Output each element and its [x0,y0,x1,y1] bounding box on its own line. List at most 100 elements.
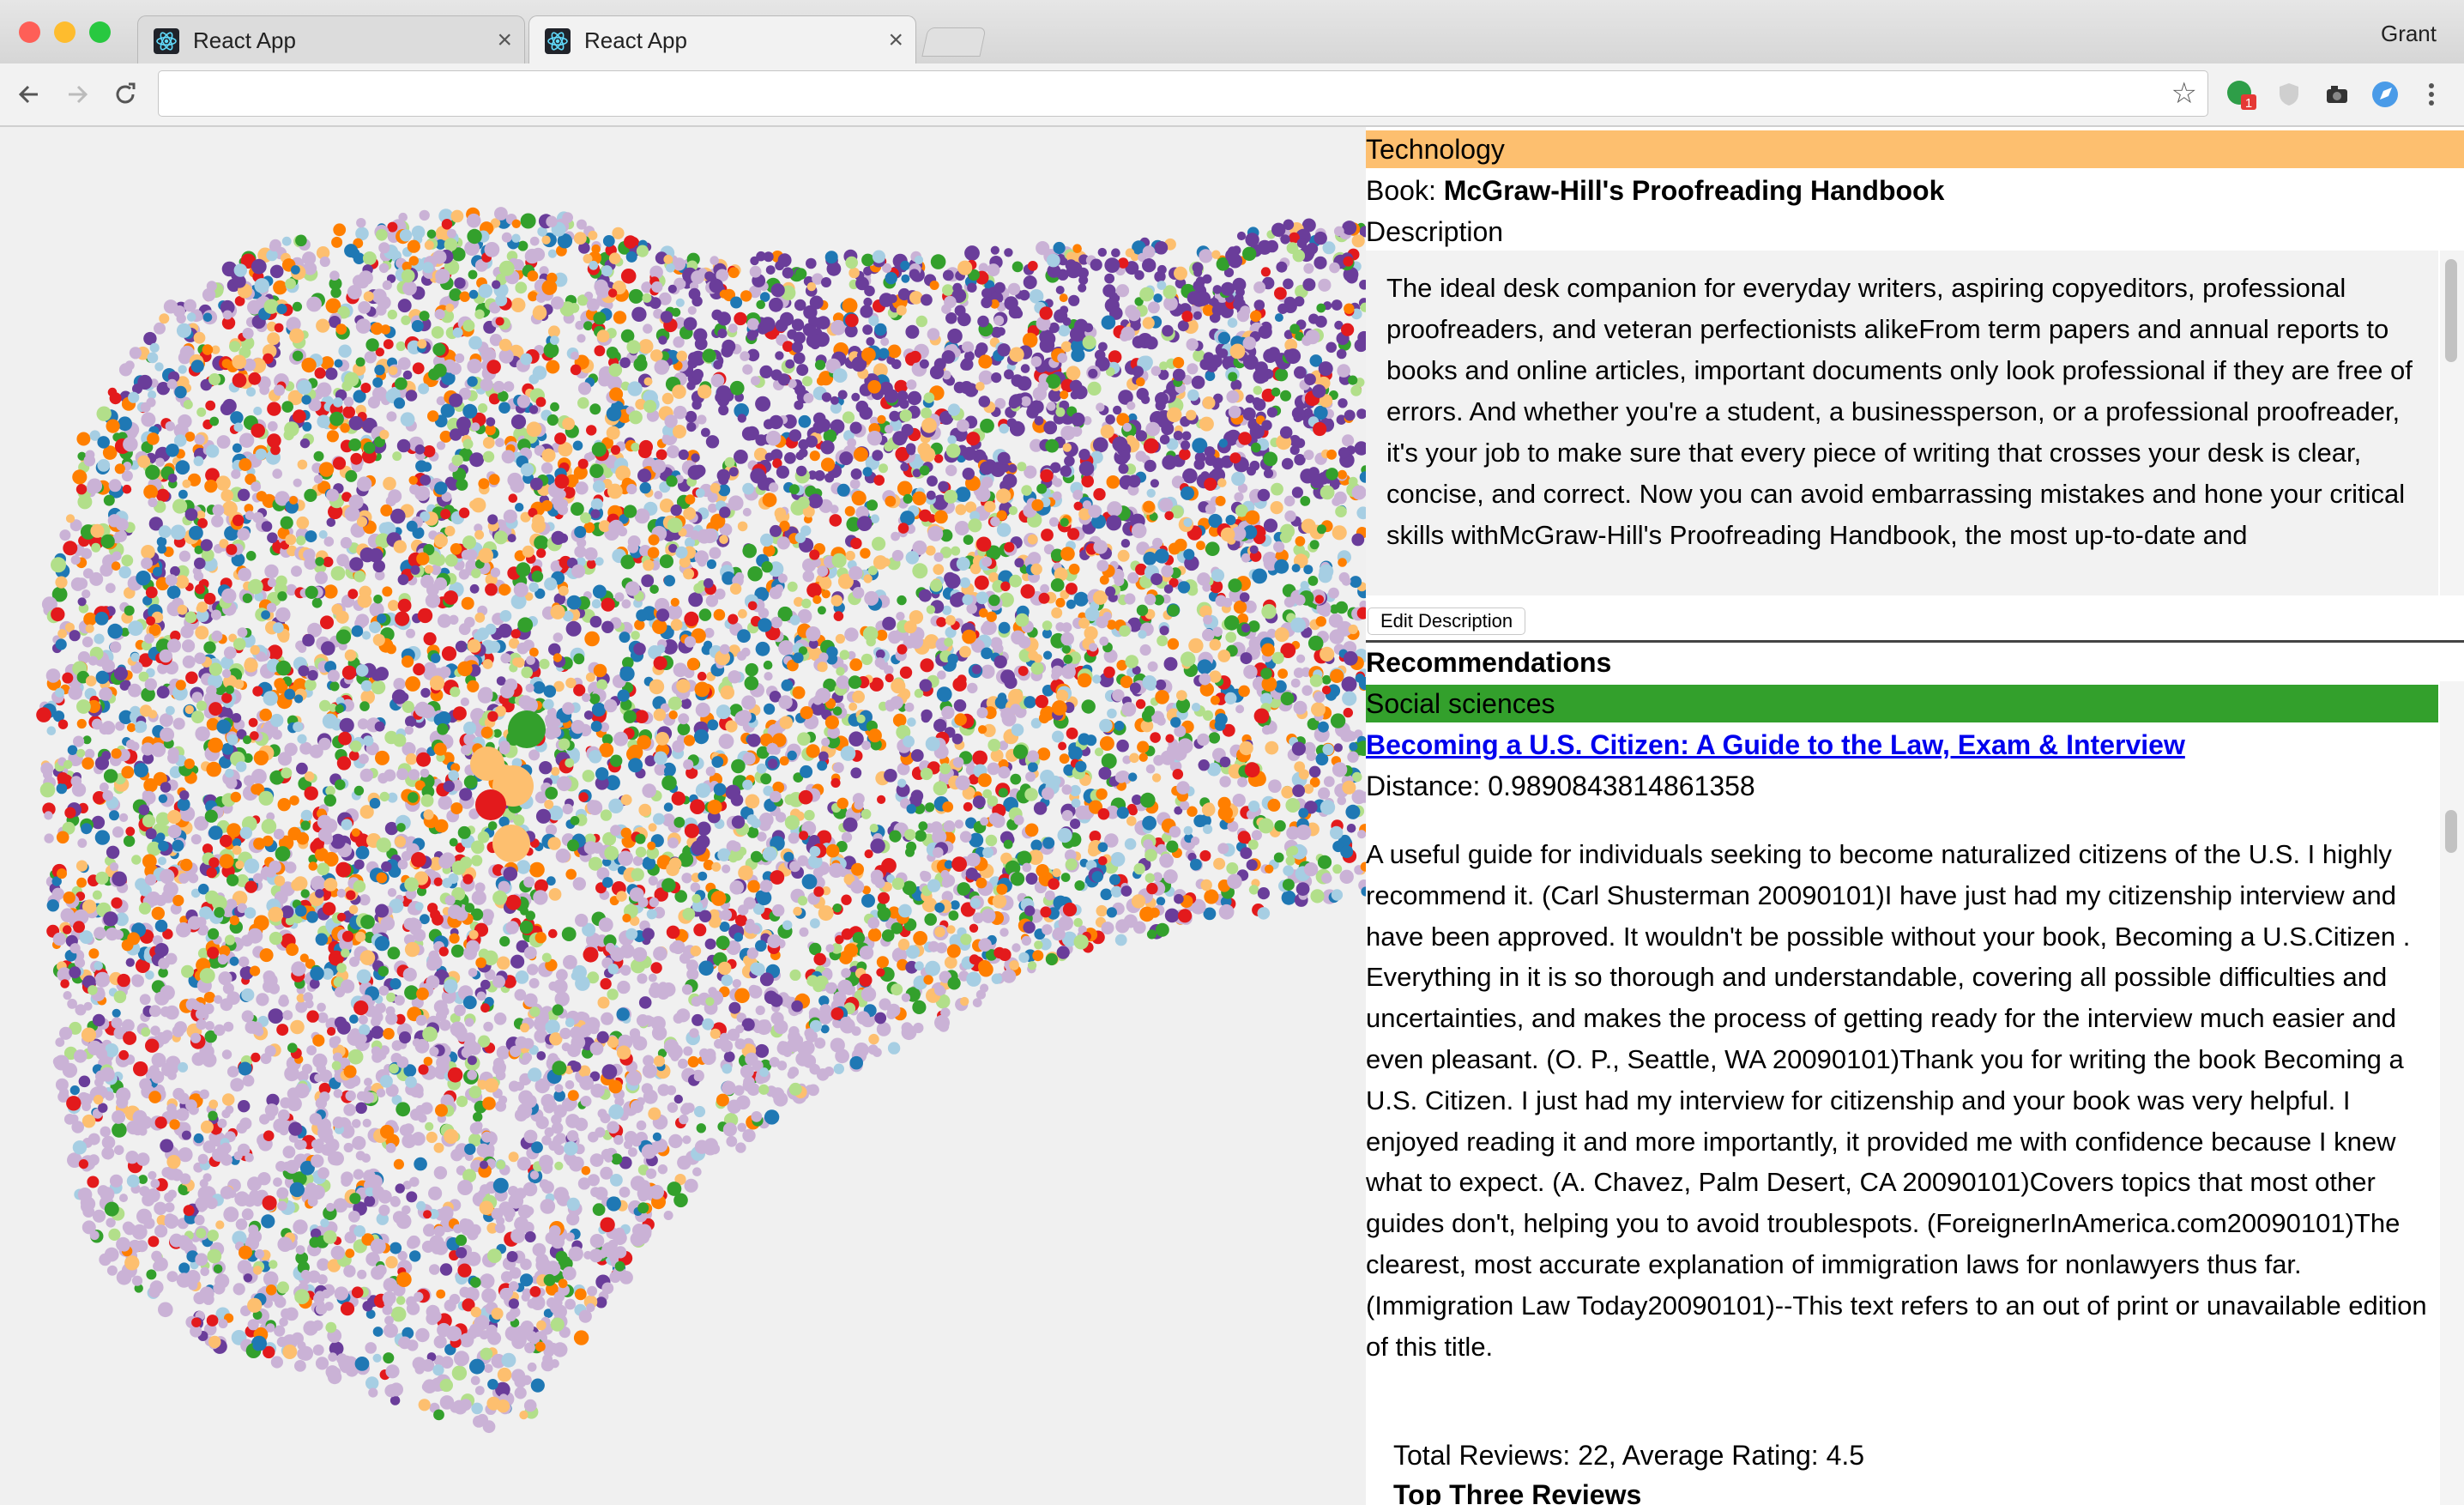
scatter-point[interactable] [653,813,665,825]
scatter-point[interactable] [311,597,323,608]
scatter-point[interactable] [380,324,391,335]
scatter-point[interactable] [178,489,188,499]
scatter-point[interactable] [1162,324,1174,337]
scatter-point[interactable] [361,631,371,640]
scatter-point[interactable] [680,698,691,710]
scatter-point[interactable] [571,720,585,734]
scatter-point[interactable] [1247,839,1259,850]
scatter-point[interactable] [1042,837,1055,849]
scatter-point[interactable] [508,1151,519,1163]
scatter-point[interactable] [119,680,130,691]
scatter-point[interactable] [649,679,665,695]
scatter-point[interactable] [142,1193,155,1206]
scatter-point[interactable] [1191,703,1201,712]
scatter-point[interactable] [365,1342,377,1354]
scatter-point[interactable] [1020,583,1036,599]
scatter-point[interactable] [764,703,776,715]
scatter-point[interactable] [711,861,722,872]
scatter-point[interactable] [1068,746,1083,761]
scatter-point[interactable] [967,682,978,694]
scatter-point[interactable] [56,783,68,795]
scatter-point[interactable] [683,507,697,520]
scatter-point[interactable] [1300,496,1311,506]
scatter-point[interactable] [383,476,396,491]
address-bar[interactable]: ☆ [158,70,2208,117]
scatter-point[interactable] [515,503,524,512]
scatter-point[interactable] [707,492,718,503]
scatter-point[interactable] [722,1080,736,1096]
embedding-scatter-plot[interactable] [0,127,1366,1505]
scatter-point[interactable] [103,494,115,506]
scatter-point[interactable] [619,964,631,976]
scatter-point[interactable] [772,904,785,917]
scatter-point[interactable] [482,659,493,669]
scatter-point[interactable] [1134,270,1144,281]
scatter-point[interactable] [572,440,583,451]
scatter-point[interactable] [343,1142,353,1153]
scatter-point[interactable] [76,718,87,729]
scatter-point[interactable] [573,1330,589,1345]
scatter-point[interactable] [845,550,855,561]
scatter-point[interactable] [196,1228,207,1239]
scatter-point[interactable] [474,309,485,319]
scatter-point[interactable] [312,1320,323,1331]
scatter-point[interactable] [175,575,190,589]
scatter-point[interactable] [737,414,746,423]
scatter-point[interactable] [942,269,954,281]
scatter-point[interactable] [229,956,239,966]
scatter-point[interactable] [57,719,69,729]
scatter-point[interactable] [1321,873,1332,884]
scatter-point[interactable] [802,376,812,387]
scatter-point[interactable] [409,1250,421,1262]
scatter-point[interactable] [1208,732,1221,744]
scatter-point[interactable] [1203,614,1213,625]
scatter-point[interactable] [546,360,560,374]
scatter-point[interactable] [216,435,231,449]
scatter-point[interactable] [352,1136,366,1151]
scatter-point[interactable] [329,681,340,692]
scatter-point[interactable] [306,1010,319,1023]
scatter-point[interactable] [1006,418,1018,428]
scatter-point[interactable] [393,678,406,691]
scatter-point[interactable] [129,347,142,360]
scatter-point[interactable] [814,360,826,371]
scatter-point[interactable] [454,1351,469,1367]
scatter-point[interactable] [439,1395,455,1410]
scatter-point[interactable] [797,896,808,906]
scatter-point[interactable] [1078,283,1087,293]
scatter-point[interactable] [259,948,274,963]
scatter-point[interactable] [633,643,646,656]
scatter-point[interactable] [577,396,589,409]
scatter-point[interactable] [312,1344,324,1356]
camera-extension-icon[interactable] [2322,79,2352,110]
scatter-point[interactable] [915,315,928,328]
scatter-point[interactable] [696,835,710,849]
scatter-point[interactable] [1263,518,1278,533]
scatter-point[interactable] [585,672,595,682]
scatter-point[interactable] [1004,369,1014,380]
scatter-point[interactable] [706,559,717,570]
scatter-point[interactable] [178,414,192,429]
scatter-point[interactable] [148,1236,160,1248]
scatter-point[interactable] [809,295,824,310]
scatter-point[interactable] [1012,261,1024,273]
scatter-point[interactable] [429,1264,440,1275]
scatter-point[interactable] [368,1387,378,1398]
scatter-point[interactable] [734,450,748,464]
scatter-point[interactable] [1150,732,1161,743]
scatter-point[interactable] [336,756,352,771]
scatter-point[interactable] [1059,293,1068,303]
scatter-point[interactable] [586,559,596,569]
scatter-point[interactable] [1341,323,1355,336]
scatter-point[interactable] [661,392,674,405]
scatter-point[interactable] [547,837,561,850]
scatter-point[interactable] [459,1286,470,1298]
scatter-point[interactable] [268,1008,284,1024]
scatter-point[interactable] [919,509,932,523]
scatter-point[interactable] [770,283,785,298]
scatter-point[interactable] [1281,786,1294,799]
scatter-point[interactable] [566,1197,580,1211]
scatter-point[interactable] [348,904,359,915]
scatter-point[interactable] [1114,934,1127,946]
scatter-point[interactable] [607,988,619,1000]
